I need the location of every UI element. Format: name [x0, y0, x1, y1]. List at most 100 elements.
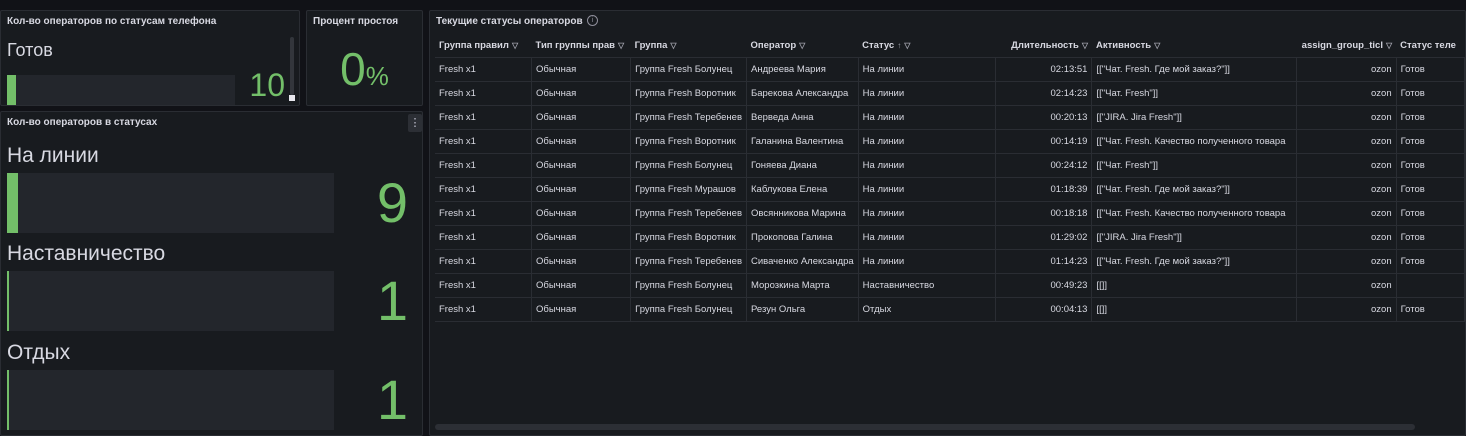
column-header[interactable]: Группа правил ▽ — [435, 35, 532, 58]
status-row-value: 1 — [376, 368, 408, 431]
table-cell: Галанина Валентина — [746, 129, 859, 154]
table-cell: 00:49:23 — [995, 273, 1093, 298]
table-cell: [["Чат. Fresh. Где мой заказ?"]] — [1091, 57, 1298, 82]
table-cell: Fresh x1 — [435, 249, 533, 274]
vertical-scrollbar[interactable] — [290, 37, 294, 95]
table-cell: Готов — [1396, 153, 1465, 178]
column-header[interactable]: Активность ▽ — [1091, 35, 1297, 58]
operators-table: Группа правил ▽ Тип группы прав ▽ Группа ▽ Опе… — [435, 35, 1465, 322]
table-cell: Овсянникова Марина — [746, 201, 859, 226]
scrollbar-handle[interactable] — [289, 95, 295, 101]
table-cell: Группа Fresh Воротник — [630, 225, 747, 250]
table-row[interactable]: Fresh x1 Обычная Группа Fresh Мурашов Каблу… — [435, 177, 1465, 202]
table-cell: [[]] — [1091, 273, 1298, 298]
info-icon[interactable]: i — [587, 15, 598, 26]
table-cell: Группа Fresh Воротник — [630, 81, 747, 106]
table-cell: Fresh x1 — [435, 177, 533, 202]
table-cell: На линии — [858, 57, 996, 82]
table-cell: Отдых — [858, 297, 996, 322]
column-header[interactable]: Оператор ▽ — [746, 35, 859, 58]
table-cell: На линии — [858, 81, 996, 106]
filter-icon[interactable]: ▽ — [1154, 41, 1160, 50]
table-cell: 00:20:13 — [995, 105, 1093, 130]
filter-icon[interactable]: ▽ — [618, 41, 624, 50]
table-row[interactable]: Fresh x1 Обычная Группа Fresh Теребенев Сив… — [435, 249, 1465, 274]
table-cell: [["JIRA. Jira Fresh"]] — [1091, 105, 1298, 130]
table-cell: [["JIRA. Jira Fresh"]] — [1091, 225, 1298, 250]
table-cell: [["Чат. Fresh. Где мой заказ?"]] — [1091, 249, 1298, 274]
table-cell: Группа Fresh Теребенев — [630, 105, 747, 130]
filter-icon[interactable]: ▽ — [670, 41, 676, 50]
bar-gauge-fill — [7, 370, 9, 430]
table-cell: Группа Fresh Болунец — [630, 273, 747, 298]
column-header[interactable]: assign_group_ticl ▽ — [1296, 35, 1397, 58]
column-header-label: Статус — [862, 40, 895, 52]
filter-icon[interactable]: ▽ — [512, 41, 518, 50]
status-row-value: 1 — [376, 269, 408, 332]
column-header[interactable]: Группа ▽ — [630, 35, 747, 58]
column-header-label: Группа — [634, 40, 668, 52]
table-cell: Группа Fresh Болунец — [630, 153, 747, 178]
table-cell: ozon — [1296, 225, 1397, 250]
table-cell: Fresh x1 — [435, 201, 533, 226]
table-row[interactable]: Fresh x1 Обычная Группа Fresh Болунец Резун… — [435, 297, 1465, 322]
table-cell: Обычная — [531, 129, 632, 154]
table-cell: 00:04:13 — [995, 297, 1093, 322]
filter-icon[interactable]: ▽ — [904, 41, 910, 50]
table-row[interactable]: Fresh x1 Обычная Группа Fresh Теребенев Овс… — [435, 201, 1465, 226]
table-row[interactable]: Fresh x1 Обычная Группа Fresh Воротник Баре… — [435, 81, 1465, 106]
filter-icon[interactable]: ▽ — [799, 41, 805, 50]
table-row[interactable]: Fresh x1 Обычная Группа Fresh Болунец Мороз… — [435, 273, 1465, 298]
table-cell: 00:18:18 — [995, 201, 1093, 226]
table-cell: Готов — [1396, 249, 1465, 274]
table-cell: Fresh x1 — [435, 273, 533, 298]
table-cell: Андреева Мария — [746, 57, 859, 82]
table-cell: На линии — [858, 105, 996, 130]
table-cell: Fresh x1 — [435, 81, 533, 106]
sort-ascending-icon[interactable]: ↑ — [897, 41, 901, 50]
kebab-menu-icon[interactable]: ⋮ — [408, 114, 422, 132]
table-row[interactable]: Fresh x1 Обычная Группа Fresh Воротник Гала… — [435, 129, 1465, 154]
table-cell: Обычная — [531, 297, 632, 322]
panel-title: Процент простоя — [313, 16, 399, 27]
table-row[interactable]: Fresh x1 Обычная Группа Fresh Теребенев Вер… — [435, 105, 1465, 130]
table-cell: [["Чат. Fresh"]] — [1091, 153, 1298, 178]
operator-statuses-panel: Кол-во операторов в статусах ⋮ На линии … — [0, 111, 423, 436]
table-cell: На линии — [858, 249, 996, 274]
status-label: Готов — [7, 40, 53, 60]
table-cell: На линии — [858, 201, 996, 226]
column-header[interactable]: Статус теле — [1396, 35, 1465, 58]
column-header[interactable]: Тип группы прав ▽ — [531, 35, 631, 58]
table-row[interactable]: Fresh x1 Обычная Группа Fresh Болунец Андре… — [435, 57, 1465, 82]
table-cell: [["Чат. Fresh. Качество полученного това… — [1091, 129, 1298, 154]
filter-icon[interactable]: ▽ — [1386, 41, 1392, 50]
current-operator-statuses-panel: Текущие статусы операторов i Группа прав… — [429, 10, 1466, 436]
table-cell: Обычная — [531, 225, 632, 250]
table-cell: Обычная — [531, 273, 632, 298]
bar-gauge-track — [7, 173, 334, 233]
table-cell: 00:24:12 — [995, 153, 1093, 178]
table-cell: Готов — [1396, 177, 1465, 202]
table-row[interactable]: Fresh x1 Обычная Группа Fresh Воротник Прок… — [435, 225, 1465, 250]
panel-title: Кол-во операторов по статусам телефона — [7, 16, 217, 27]
table-cell: Fresh x1 — [435, 57, 533, 82]
table-cell: ozon — [1296, 177, 1397, 202]
horizontal-scrollbar[interactable] — [435, 424, 1415, 430]
table-cell: ozon — [1296, 249, 1397, 274]
table-cell: [["Чат. Fresh"]] — [1091, 81, 1298, 106]
table-cell: Группа Fresh Теребенев — [630, 249, 747, 274]
panel-title: Кол-во операторов в статусах — [7, 117, 158, 128]
table-cell: Готов — [1396, 225, 1465, 250]
column-header-label: Длительность — [1011, 40, 1079, 52]
stat-value: 0% — [307, 41, 422, 104]
status-row-label: Отдых — [7, 341, 71, 364]
table-cell: Fresh x1 — [435, 129, 533, 154]
filter-icon[interactable]: ▽ — [1082, 41, 1088, 50]
table-cell: Прокопова Галина — [746, 225, 859, 250]
column-header[interactable]: Длительность ▽ — [995, 35, 1092, 58]
table-row[interactable]: Fresh x1 Обычная Группа Fresh Болунец Гоняе… — [435, 153, 1465, 178]
bar-gauge-fill — [7, 173, 19, 233]
table-cell: Барекова Александра — [746, 81, 859, 106]
column-header[interactable]: Статус ↑ ▽ — [858, 35, 996, 58]
table-cell: Обычная — [531, 249, 632, 274]
